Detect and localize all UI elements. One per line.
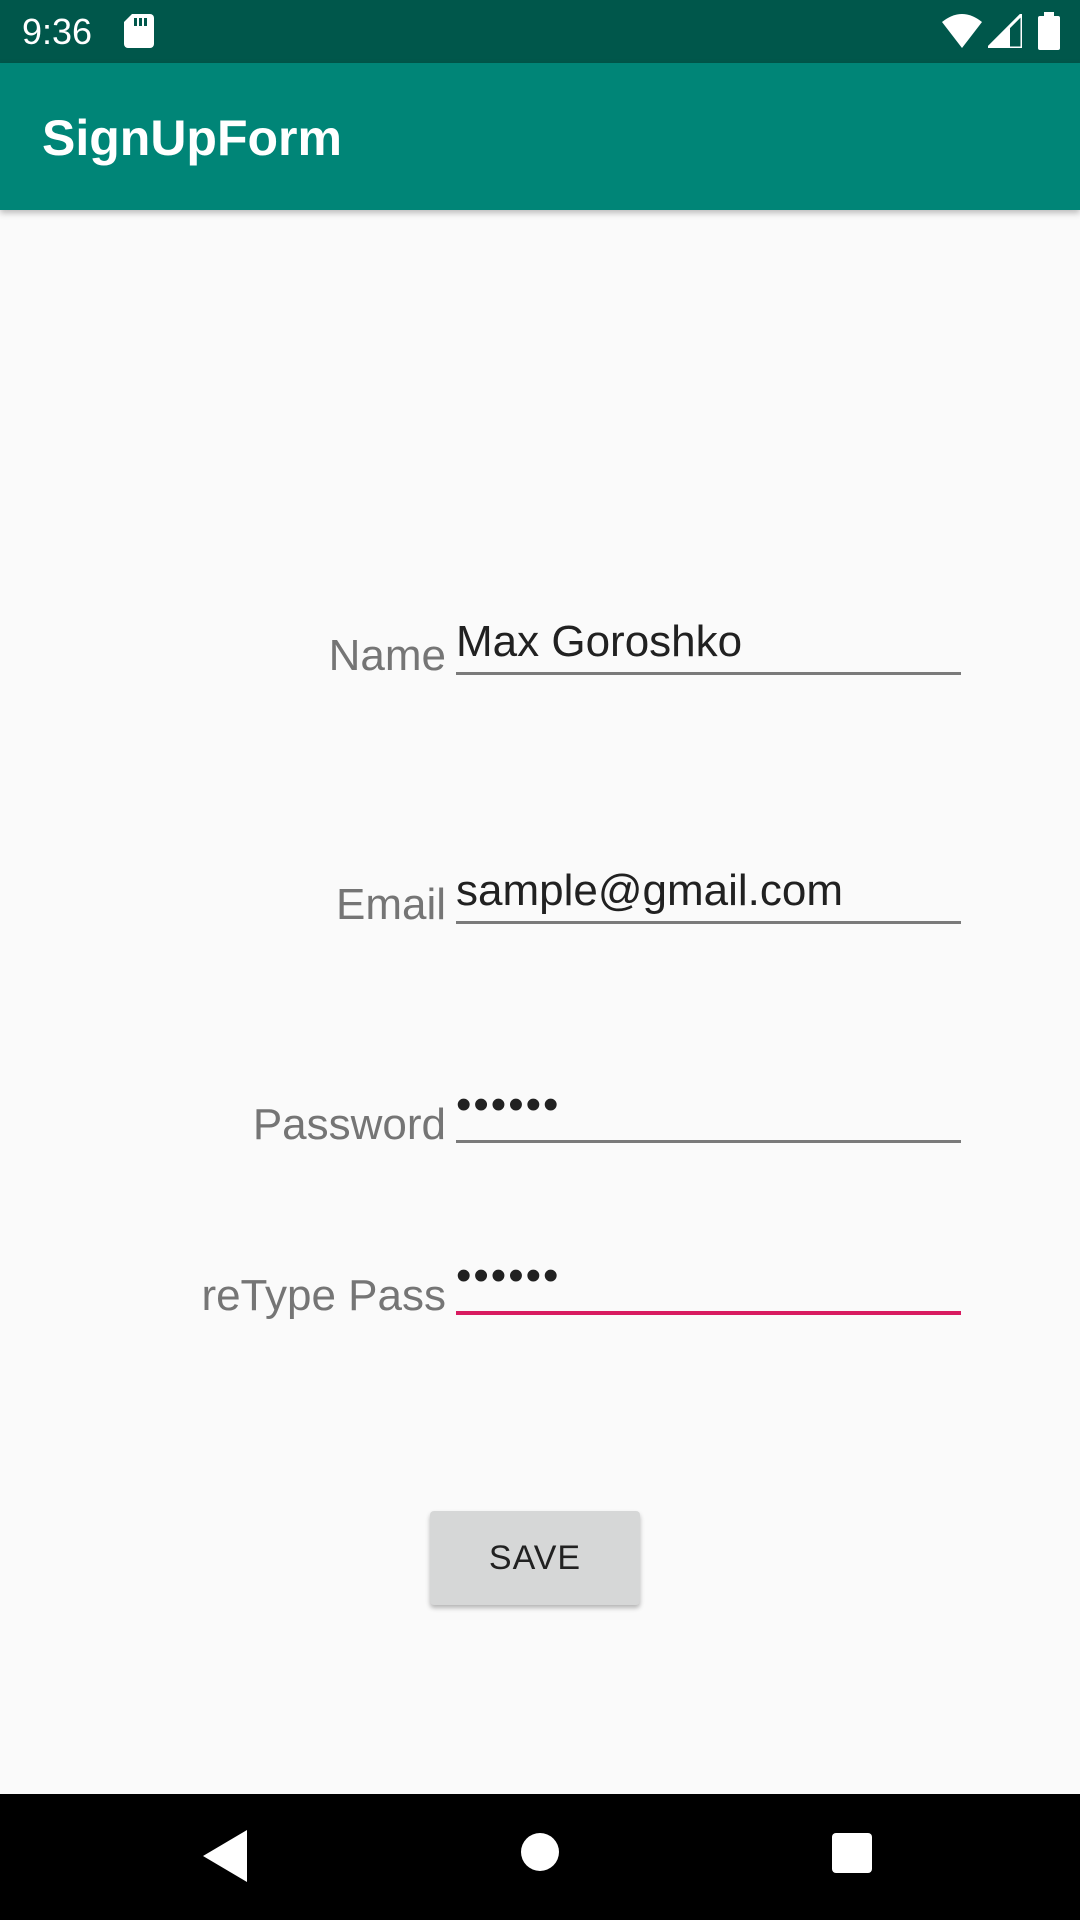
retype-input[interactable]: •••••• bbox=[456, 1248, 961, 1315]
password-value: •••••• bbox=[456, 1080, 561, 1129]
status-bar: 9:36 bbox=[0, 0, 1080, 63]
status-time: 9:36 bbox=[22, 11, 93, 52]
save-button-label: SAVE bbox=[488, 1538, 582, 1577]
email-input[interactable]: sample@gmail.com bbox=[456, 863, 961, 924]
save-button[interactable]: SAVE bbox=[430, 1511, 640, 1605]
home-icon[interactable] bbox=[519, 1831, 561, 1873]
battery-icon bbox=[1038, 12, 1060, 50]
signal-icon bbox=[988, 14, 1022, 48]
wifi-icon bbox=[942, 14, 982, 48]
password-label: Password bbox=[252, 1100, 446, 1149]
email-value: sample@gmail.com bbox=[456, 866, 843, 915]
back-icon[interactable] bbox=[203, 1830, 247, 1882]
recent-apps-icon[interactable] bbox=[831, 1832, 873, 1874]
app-bar: SignUpForm bbox=[0, 63, 1080, 210]
name-label: Name bbox=[328, 631, 446, 680]
navigation-bar bbox=[0, 1794, 1080, 1920]
app-title: SignUpForm bbox=[42, 110, 342, 166]
name-value: Max Goroshko bbox=[456, 617, 743, 666]
password-input[interactable]: •••••• bbox=[456, 1077, 961, 1143]
email-label: Email bbox=[335, 880, 446, 929]
retype-label: reType Pass bbox=[201, 1271, 446, 1320]
name-input[interactable]: Max Goroshko bbox=[456, 614, 961, 675]
sd-card-icon bbox=[124, 14, 154, 48]
retype-value: •••••• bbox=[456, 1251, 561, 1300]
